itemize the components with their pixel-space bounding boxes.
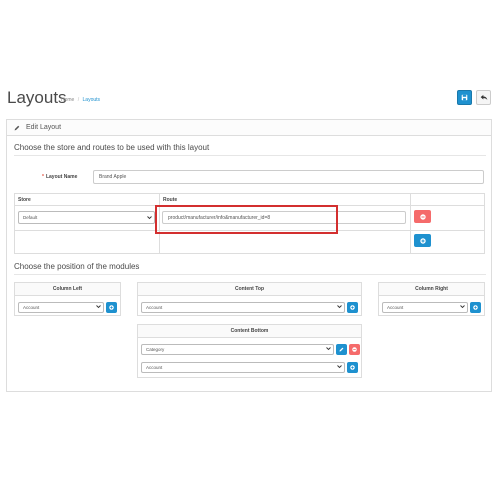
chevron-down-icon: [96, 304, 101, 309]
add-module-button[interactable]: [347, 302, 358, 313]
breadcrumb-layouts[interactable]: Layouts: [83, 97, 101, 103]
add-module-button[interactable]: [106, 302, 117, 313]
column-right-select-value: Account: [387, 305, 404, 310]
panel-heading-label: Edit Layout: [26, 124, 62, 131]
route-column-header: Route: [163, 197, 178, 203]
remove-route-button[interactable]: [414, 210, 431, 223]
content-top-title: Content Top: [138, 283, 361, 296]
content-bottom-title: Content Bottom: [138, 325, 361, 338]
store-select-value: Default: [23, 215, 38, 220]
store-routes-heading: Choose the store and routes to be used w…: [14, 143, 210, 152]
chevron-down-icon: [326, 346, 331, 351]
plus-circle-icon: [350, 305, 355, 310]
column-left-select-value: Account: [23, 305, 40, 310]
pencil-icon: [14, 125, 20, 131]
content-top-select-value: Account: [146, 305, 163, 310]
content-bottom-select-2[interactable]: Account: [141, 362, 345, 373]
minus-circle-icon: [419, 213, 426, 220]
breadcrumb-separator: /: [77, 97, 80, 103]
column-left-select[interactable]: Account: [18, 302, 104, 313]
chevron-down-icon: [147, 215, 152, 220]
store-select[interactable]: Default: [18, 211, 155, 224]
chevron-down-icon: [460, 304, 465, 309]
layout-name-label: * Layout Name: [42, 174, 77, 180]
panel-heading: Edit Layout: [7, 120, 491, 136]
edit-module-button[interactable]: [336, 344, 347, 355]
plus-circle-icon: [350, 365, 355, 370]
remove-module-button[interactable]: [349, 344, 360, 355]
plus-circle-icon: [419, 237, 426, 244]
required-marker: *: [42, 174, 44, 180]
modules-position-heading: Choose the position of the modules: [14, 262, 140, 271]
breadcrumb-home[interactable]: Home: [61, 97, 74, 103]
pencil-icon: [339, 347, 344, 352]
layout-name-input[interactable]: Brand Apple: [93, 170, 484, 184]
add-module-button[interactable]: [470, 302, 481, 313]
layout-name-label-text: Layout Name: [45, 174, 78, 180]
breadcrumb: Home / Layouts: [61, 97, 100, 103]
save-button[interactable]: [457, 90, 472, 105]
add-route-button[interactable]: [414, 234, 431, 247]
plus-circle-icon: [473, 305, 478, 310]
divider: [14, 155, 486, 156]
content-bottom-select-value: Category: [146, 347, 165, 352]
content-bottom-select-1[interactable]: Category: [141, 344, 334, 355]
content-top-select[interactable]: Account: [141, 302, 345, 313]
content-bottom-select-value: Account: [146, 365, 163, 370]
chevron-down-icon: [337, 364, 342, 369]
column-right-title: Column Right: [379, 283, 484, 296]
back-button[interactable]: [476, 90, 491, 105]
add-module-button[interactable]: [347, 362, 358, 373]
column-left-title: Column Left: [15, 283, 120, 296]
chevron-down-icon: [337, 304, 342, 309]
plus-circle-icon: [109, 305, 114, 310]
column-right-select[interactable]: Account: [382, 302, 468, 313]
route-highlight-box: [155, 205, 338, 234]
save-icon: [461, 94, 468, 101]
minus-circle-icon: [352, 347, 357, 352]
page-title: Layouts: [7, 88, 67, 107]
divider: [14, 274, 486, 275]
reply-icon: [480, 94, 488, 101]
table-col-divider: [410, 193, 411, 254]
store-column-header: Store: [18, 197, 31, 203]
